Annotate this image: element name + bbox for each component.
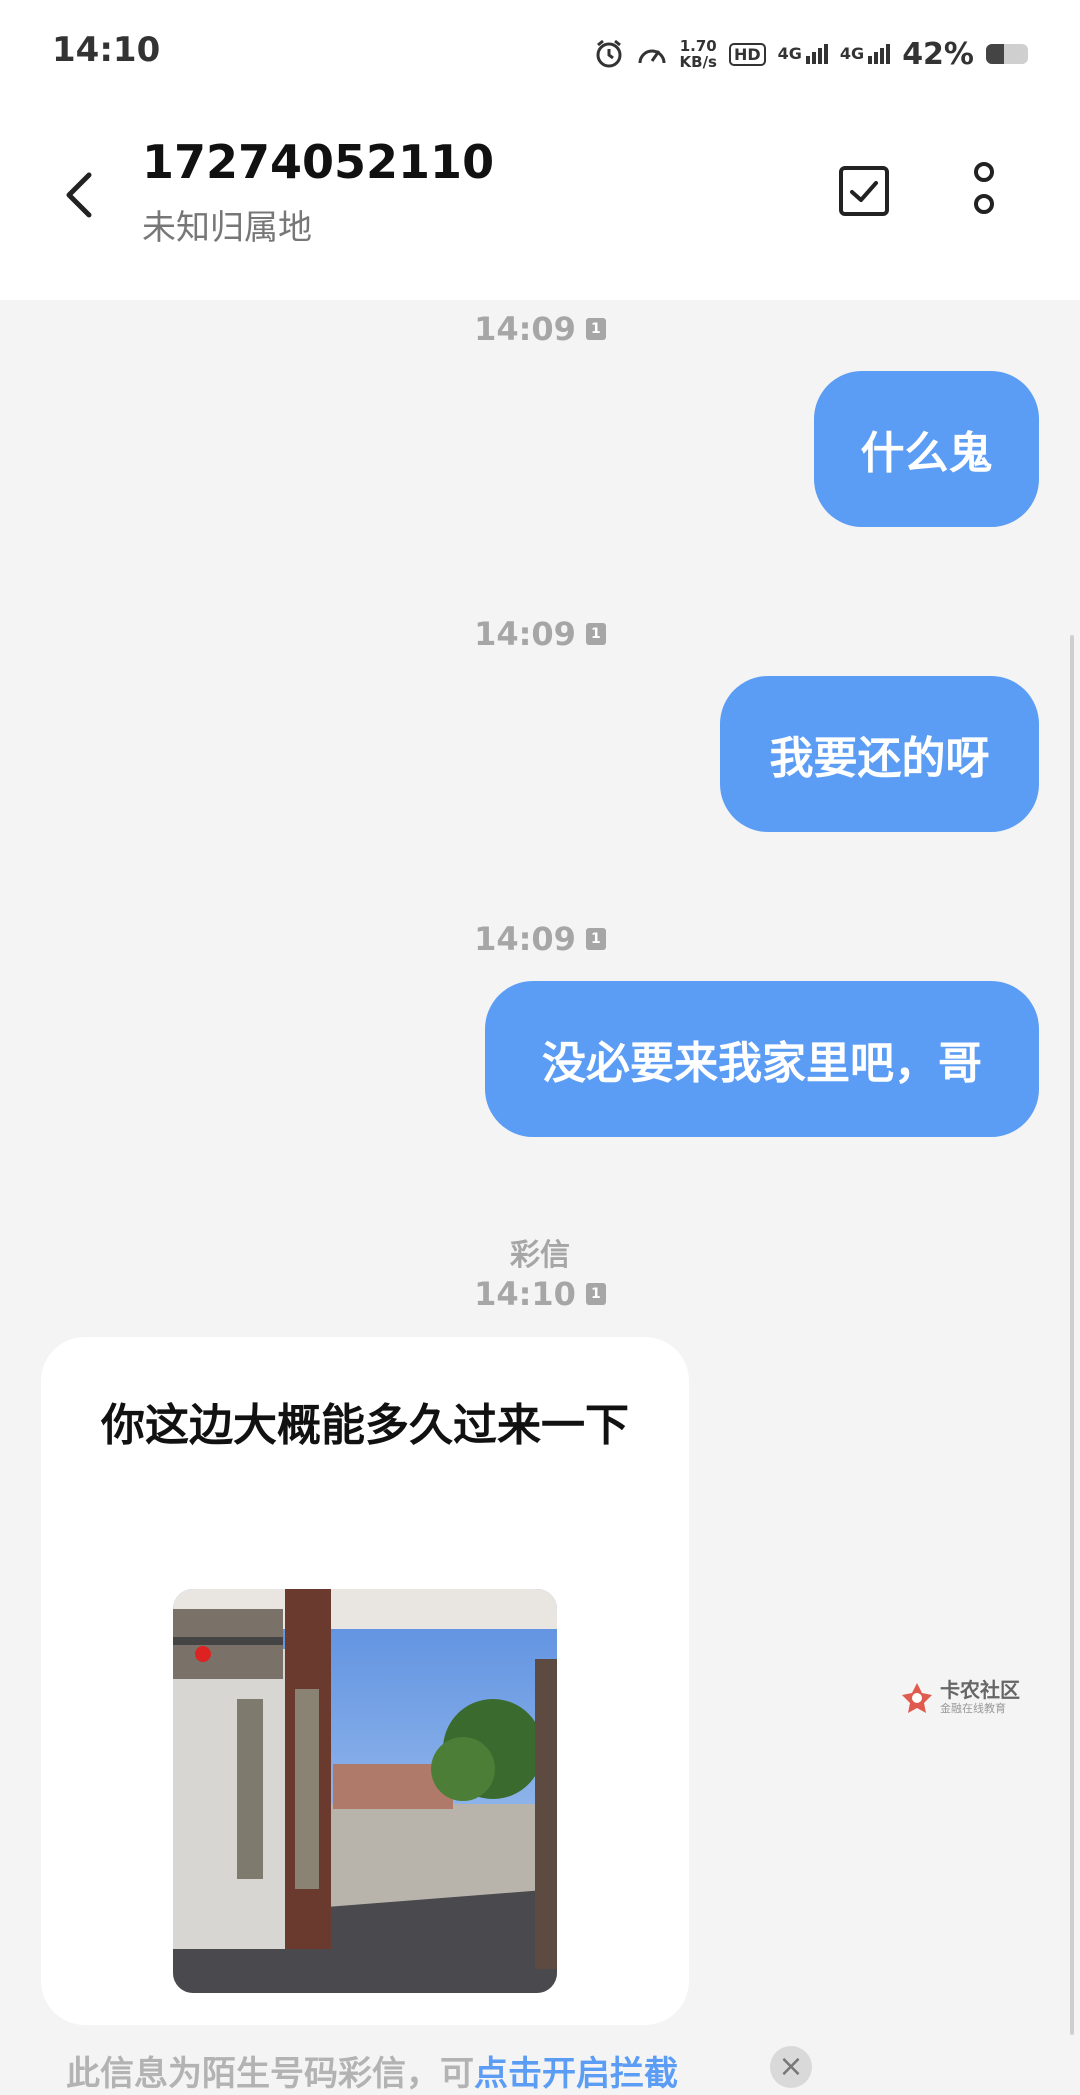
status-bar: 14:10 1.70 KB/s HD 4G 4G 42% <box>0 0 1080 100</box>
alarm-icon <box>596 39 622 68</box>
mms-message-text: 你这边大概能多久过来一下 <box>101 1400 629 1451</box>
status-icons: 1.70 KB/s HD 4G 4G 42% <box>594 34 1028 74</box>
speed-value: 1.70 <box>679 37 717 55</box>
watermark-subtitle: 金融在线教育 <box>940 1702 1006 1715</box>
enable-block-link[interactable]: 点击开启拦截 <box>474 2054 678 2094</box>
network-speed: 1.70 KB/s <box>680 38 717 70</box>
hd-voice-icon: HD <box>728 42 766 66</box>
message-timestamp: 14:09 1 <box>0 920 1080 958</box>
message-timestamp: 14:09 1 <box>0 615 1080 653</box>
sim-card-icon: 1 <box>585 318 606 340</box>
net-type-label: 4G <box>777 44 802 63</box>
watermark-logo: 卡农社区 金融在线教育 <box>900 1680 1020 1716</box>
outgoing-message-bubble[interactable]: 我要还的呀 <box>720 676 1039 832</box>
mms-type-label: 彩信 <box>510 1238 570 1273</box>
timestamp-text: 14:09 <box>474 615 576 653</box>
watermark-title: 卡农社区 <box>940 1678 1020 1702</box>
mms-image-graphic <box>173 1589 557 1993</box>
timestamp-text: 14:09 <box>474 310 576 348</box>
timestamp-text: 14:10 <box>474 1275 576 1313</box>
outgoing-message-bubble[interactable]: 什么鬼 <box>814 371 1039 527</box>
timestamp-text: 14:09 <box>474 920 576 958</box>
battery-icon <box>986 44 1028 64</box>
more-vertical-icon[interactable] <box>966 160 1002 224</box>
sim-card-icon: 1 <box>585 928 606 950</box>
signal-icon: 4G <box>839 44 891 64</box>
contact-number: 17274052110 <box>142 135 495 189</box>
message-timestamp: 14:10 1 <box>0 1275 1080 1313</box>
sim-card-icon: 1 <box>585 1283 606 1305</box>
message-timestamp: 14:09 1 <box>0 310 1080 348</box>
mms-image[interactable] <box>173 1589 557 1993</box>
close-notice-icon[interactable]: × <box>770 2046 812 2088</box>
scrollbar[interactable] <box>1070 635 1074 2035</box>
notice-text: 此信息为陌生号码彩信，可 <box>66 2054 474 2094</box>
select-checkbox-icon[interactable] <box>838 165 890 217</box>
kanong-logo-icon <box>902 1683 932 1713</box>
incoming-mms-bubble[interactable]: 你这边大概能多久过来一下 <box>41 1337 689 2025</box>
sim-card-icon: 1 <box>585 623 606 645</box>
signal-icon: 4G <box>778 44 828 64</box>
conversation-header: 17274052110 未知归属地 <box>0 100 1080 300</box>
speedometer-icon <box>638 49 666 64</box>
back-arrow-icon[interactable] <box>55 165 105 225</box>
outgoing-message-bubble[interactable]: 没必要来我家里吧，哥 <box>485 981 1039 1137</box>
status-time: 14:10 <box>52 30 161 70</box>
contact-location: 未知归属地 <box>142 208 312 248</box>
speed-unit: KB/s <box>679 53 717 71</box>
battery-percent: 42% <box>902 36 974 72</box>
net-type-label: 4G <box>839 44 865 63</box>
